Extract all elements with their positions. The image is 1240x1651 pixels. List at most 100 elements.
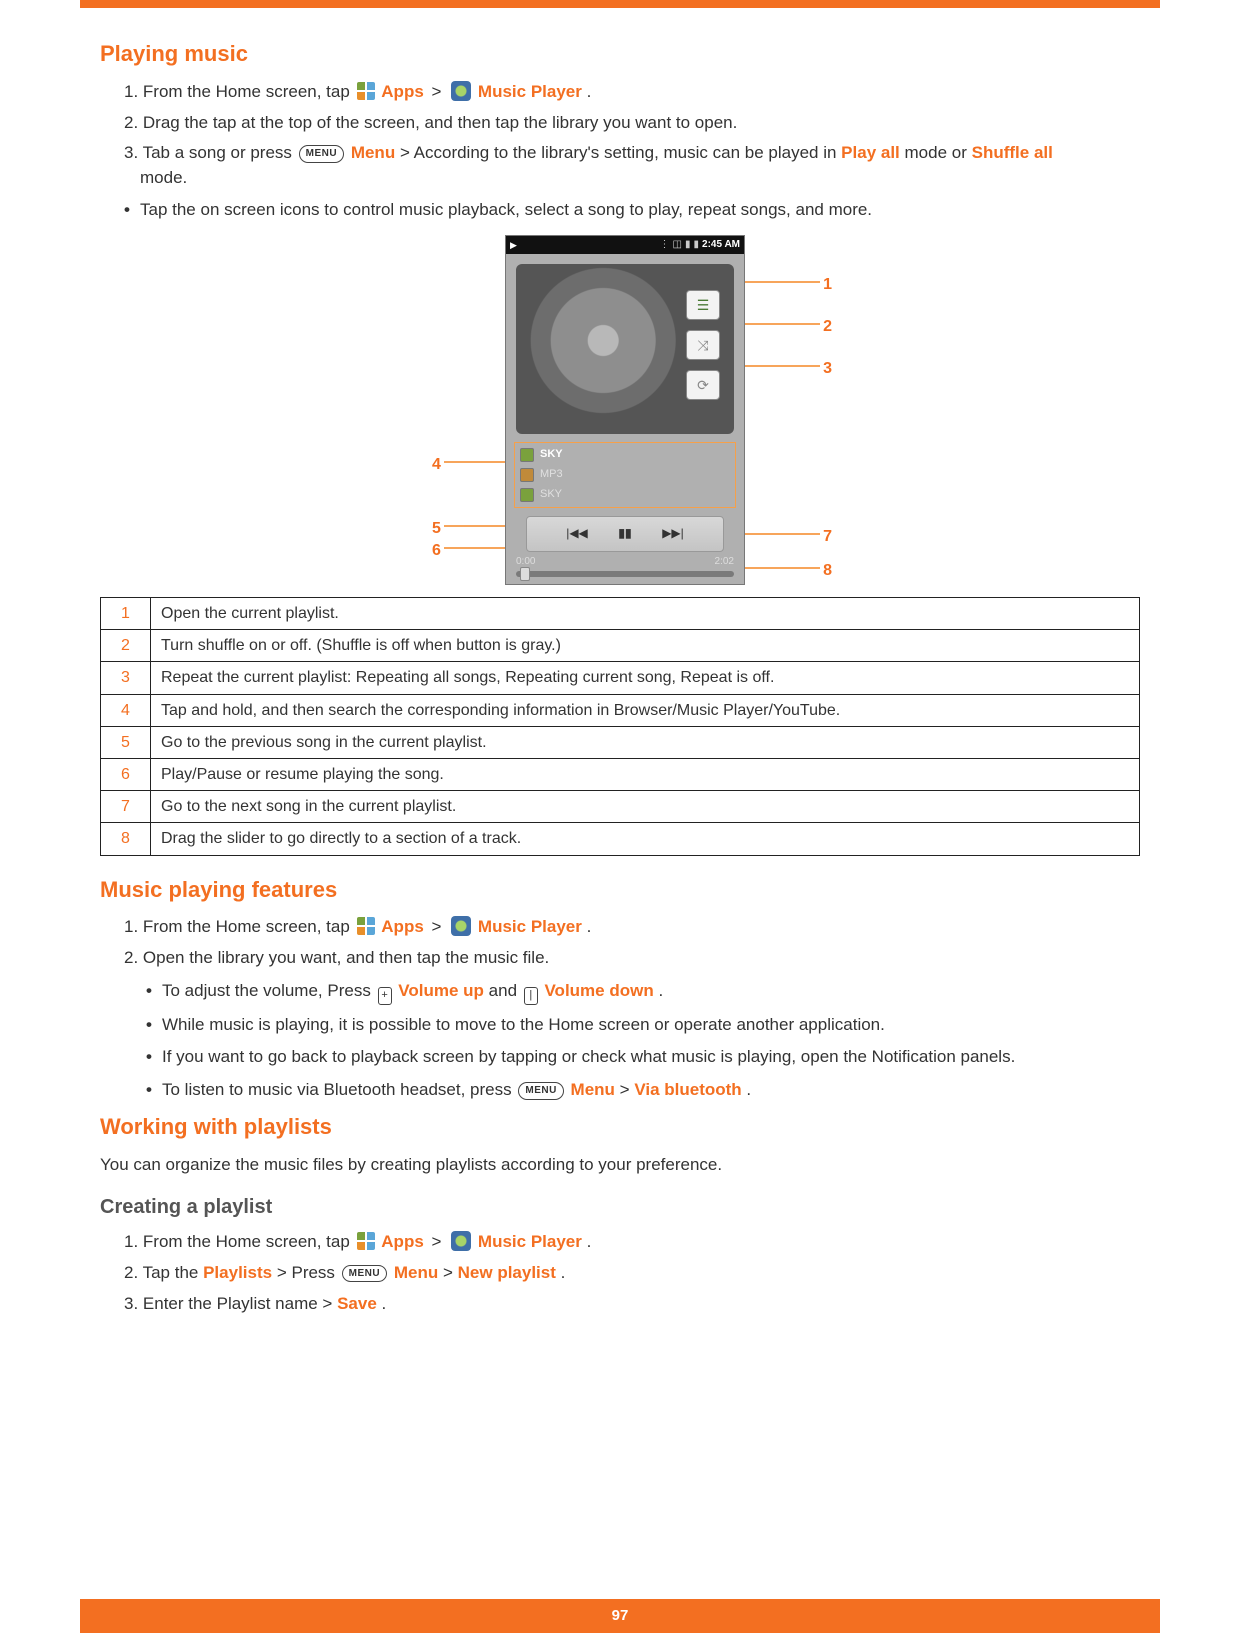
- gt-3: >: [429, 1232, 445, 1251]
- apps-label: Apps: [381, 82, 424, 101]
- cp-step2-pre: 2. Tap the: [124, 1263, 203, 1282]
- legend-number: 2: [101, 630, 151, 662]
- legend-number: 3: [101, 662, 151, 694]
- legend-text: Repeat the current playlist: Repeating a…: [151, 662, 1140, 694]
- apps-label: Apps: [381, 917, 424, 936]
- mf-step-2: 2. Open the library you want, and then t…: [124, 946, 1140, 971]
- legend-text: Go to the previous song in the current p…: [151, 726, 1140, 758]
- menu-label-1: Menu: [351, 143, 395, 162]
- music-player-icon: [451, 916, 471, 936]
- playlist-button[interactable]: ☰: [686, 290, 720, 320]
- battery-icon: ▮: [694, 238, 700, 253]
- track-title: SKY: [540, 447, 563, 463]
- status-time: 2:45 AM: [702, 238, 740, 253]
- period-1: .: [587, 82, 592, 101]
- callout-legend-table: 1Open the current playlist.2Turn shuffle…: [100, 597, 1140, 856]
- apps-grid-icon: [357, 1232, 375, 1250]
- table-row: 8Drag the slider to go directly to a sec…: [101, 823, 1140, 855]
- legend-number: 8: [101, 823, 151, 855]
- cp-step2-mid: > Press: [277, 1263, 340, 1282]
- table-row: 7Go to the next song in the current play…: [101, 791, 1140, 823]
- step-1-home-apps: 1. From the Home screen, tap Apps > Musi…: [124, 80, 1140, 105]
- callout-6: 6: [432, 539, 441, 562]
- legend-number: 5: [101, 726, 151, 758]
- track-artist: SKY: [540, 487, 562, 503]
- playlists-intro: You can organize the music files by crea…: [100, 1153, 1140, 1178]
- play-indicator-icon: ▶: [510, 239, 517, 252]
- menu-hardkey-icon: MENU: [342, 1265, 387, 1283]
- volume-up-key-icon: +: [378, 987, 392, 1005]
- heading-creating-playlist: Creating a playlist: [100, 1193, 1140, 1222]
- table-row: 3Repeat the current playlist: Repeating …: [101, 662, 1140, 694]
- menu-label-3: Menu: [394, 1263, 438, 1282]
- repeat-button[interactable]: ⟳: [686, 370, 720, 400]
- music-player-icon: [451, 1231, 471, 1251]
- next-button[interactable]: ▶▶|: [657, 522, 689, 546]
- step-3-play-mode: 3. Tab a song or press MENU Menu > Accor…: [124, 141, 1140, 190]
- play-pause-button[interactable]: ▮▮: [609, 522, 641, 546]
- table-row: 2Turn shuffle on or off. (Shuffle is off…: [101, 630, 1140, 662]
- legend-text: Play/Pause or resume playing the song.: [151, 759, 1140, 791]
- callout-6-line: [444, 547, 508, 549]
- gt-2: >: [429, 917, 445, 936]
- vibrate-icon: ◫: [673, 238, 682, 253]
- mf-step1-pre: 1. From the Home screen, tap: [124, 917, 355, 936]
- track-album-row: MP3: [517, 465, 733, 485]
- prev-button[interactable]: |◀◀: [561, 522, 593, 546]
- legend-text: Go to the next song in the current playl…: [151, 791, 1140, 823]
- legend-text: Tap and hold, and then search the corres…: [151, 694, 1140, 726]
- step3-end: mode.: [124, 168, 187, 187]
- mf-step-1: 1. From the Home screen, tap Apps > Musi…: [124, 915, 1140, 940]
- legend-number: 6: [101, 759, 151, 791]
- mf-note-background: While music is playing, it is possible t…: [146, 1013, 1140, 1038]
- page-footer: 97: [0, 1599, 1240, 1633]
- now-playing-info-box[interactable]: SKY MP3 SKY: [514, 442, 736, 508]
- album-art: ☰ ⤨ ⟳: [516, 264, 734, 434]
- apps-label: Apps: [381, 1232, 424, 1251]
- step1-pre: 1. From the Home screen, tap: [124, 82, 355, 101]
- total-time: 2:02: [715, 555, 734, 570]
- playing-music-note-1: Tap the on screen icons to control music…: [124, 198, 1140, 223]
- seek-knob[interactable]: [520, 567, 530, 581]
- time-bar: 0:00 2:02: [516, 555, 734, 570]
- callout-3: 3: [823, 357, 832, 380]
- callout-7: 7: [823, 525, 832, 548]
- volume-down-label: Volume down: [544, 981, 653, 1000]
- artist-icon: [520, 448, 534, 462]
- page-number: 97: [80, 1599, 1160, 1633]
- step3-mid2: mode or: [905, 143, 972, 162]
- music-features-notes: To adjust the volume, Press + Volume up …: [146, 979, 1140, 1103]
- cp-step3-pre: 3. Enter the Playlist name >: [124, 1294, 337, 1313]
- step3-pre: 3. Tab a song or press: [124, 143, 297, 162]
- step3-mid: > According to the library's setting, mu…: [400, 143, 841, 162]
- signal-icon: ▮: [685, 238, 691, 253]
- cp-step-2: 2. Tap the Playlists > Press MENU Menu >…: [124, 1261, 1140, 1286]
- callout-8: 8: [823, 559, 832, 582]
- mf-volume-and: and: [489, 981, 522, 1000]
- music-player-icon: [451, 81, 471, 101]
- header-rule: [80, 0, 1160, 8]
- heading-working-playlists: Working with playlists: [100, 1111, 1140, 1143]
- period-2: .: [587, 917, 592, 936]
- menu-hardkey-icon: MENU: [518, 1082, 563, 1100]
- apps-grid-icon: [357, 82, 375, 100]
- mf-note-bluetooth: To listen to music via Bluetooth headset…: [146, 1078, 1140, 1103]
- callout-1: 1: [823, 273, 832, 296]
- table-row: 6Play/Pause or resume playing the song.: [101, 759, 1140, 791]
- period-5: .: [587, 1232, 592, 1251]
- seek-slider[interactable]: [516, 571, 734, 577]
- cp-step2-mid2: >: [443, 1263, 458, 1282]
- legend-text: Turn shuffle on or off. (Shuffle is off …: [151, 630, 1140, 662]
- shuffle-all-label: Shuffle all: [972, 143, 1053, 162]
- heading-music-features: Music playing features: [100, 874, 1140, 906]
- playback-controls: |◀◀ ▮▮ ▶▶|: [526, 516, 724, 552]
- legend-text: Open the current playlist.: [151, 598, 1140, 630]
- shuffle-button[interactable]: ⤨: [686, 330, 720, 360]
- playing-music-notes: Tap the on screen icons to control music…: [124, 198, 1140, 223]
- table-row: 1Open the current playlist.: [101, 598, 1140, 630]
- period-3: .: [658, 981, 663, 1000]
- mf-bt-mid: >: [620, 1080, 635, 1099]
- gt-1: >: [429, 82, 445, 101]
- mf-note-notification: If you want to go back to playback scree…: [146, 1045, 1140, 1070]
- table-row: 5Go to the previous song in the current …: [101, 726, 1140, 758]
